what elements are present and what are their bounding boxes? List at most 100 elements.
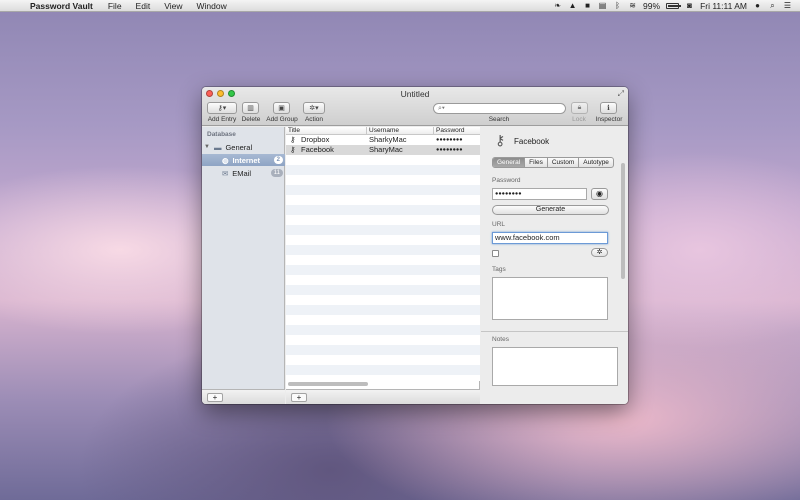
table-row[interactable]: ⚷ Dropbox SharkyMac ●●●●●●●● [286,135,480,145]
info-icon: ℹ [607,105,610,112]
count-badge: 2 [273,156,283,164]
notification-center-icon[interactable]: ☰ [783,1,792,10]
lock-label: Lock [572,116,586,123]
list-footer: + [286,389,480,404]
toolbar: Untitled ⤢ ⚷▾ Add Entry ▥ Delete ▣ Add G… [202,87,628,126]
gear-icon: ✲ [596,249,603,256]
tab-custom[interactable]: Custom [548,158,580,167]
leaf-icon[interactable]: ❧ [553,1,562,10]
url-action-button[interactable]: ✲ [591,248,608,257]
sidebar-item-label: Internet [232,155,261,165]
inspector-label: Inspector [595,116,623,123]
inspector-tabs: General Files Custom Autotype [492,157,614,168]
show-password-button[interactable]: ◉ [591,188,608,200]
password-field[interactable]: ●●●●●●●● [492,188,587,200]
lock-icon: 🔒︎ [577,104,582,111]
url-label: URL [492,221,506,228]
url-field[interactable]: www.facebook.com [492,232,608,244]
window-title: Untitled [400,89,430,99]
folder-plus-icon: ▣ [278,105,285,112]
entry-list: Title Username Password ⚷ Dropbox Sharky… [286,127,480,404]
menu-bar: Password Vault File Edit View Window ❧ ▲… [0,0,800,12]
add-entry-plus-button[interactable]: + [291,393,307,402]
add-entry-label: Add Entry [207,116,237,123]
lock-button[interactable]: 🔒︎ [571,102,588,114]
key-plus-icon: ⚷▾ [217,105,227,112]
globe-icon: ◍ [222,155,229,165]
password-vault-window: Untitled ⤢ ⚷▾ Add Entry ▥ Delete ▣ Add G… [202,87,628,404]
add-group-button[interactable]: ▣ [273,102,290,114]
folder-icon: ▬ [213,142,222,152]
wifi-icon[interactable]: ≋ [628,1,637,10]
add-entry-button[interactable]: ⚷▾ [207,102,237,114]
lock-status-icon[interactable]: ■ [583,1,592,10]
option-checkbox[interactable] [492,250,499,257]
inspector-button[interactable]: ℹ [600,102,617,114]
sidebar-group-label: General [225,142,253,152]
tab-autotype[interactable]: Autotype [579,158,613,167]
search-label: Search [488,116,510,123]
sidebar-header: Database [207,131,236,138]
key-icon: ⚷ [290,135,296,144]
sidebar-group-general[interactable]: ▼ ▬ General [202,141,285,153]
disclosure-triangle-icon[interactable]: ▼ [204,144,210,150]
inspector-scrollbar[interactable] [621,163,625,279]
menu-clock[interactable]: Fri 11:11 AM [700,1,747,11]
menu-edit[interactable]: Edit [129,1,158,11]
action-button[interactable]: ✲▾ [303,102,325,114]
delete-button[interactable]: ▥ [242,102,259,114]
notes-label: Notes [492,336,509,343]
fullscreen-icon[interactable]: ⤢ [618,89,624,99]
entry-title: Facebook [301,145,334,154]
gear-icon: ✲▾ [309,105,319,112]
entry-title: Dropbox [301,135,330,144]
battery-percent[interactable]: 99% [643,1,660,11]
hat-icon[interactable]: ▲ [568,1,577,10]
battery-icon[interactable] [666,2,682,9]
entry-password: ●●●●●●●● [436,147,463,153]
inspector-panel: ⚷ Facebook General Files Custom Autotype… [481,127,628,404]
tab-general[interactable]: General [493,158,526,167]
action-label: Action [304,116,324,123]
column-header-password[interactable]: Password [434,127,480,135]
mail-icon: ✉ [222,168,229,178]
add-group-label: Add Group [266,116,298,123]
key-icon: ⚷ [290,145,296,154]
app-status-icon[interactable]: ◙ [685,1,694,10]
generate-button[interactable]: Generate [492,205,609,215]
entry-password: ●●●●●●●● [436,137,463,143]
notes-field[interactable] [492,347,618,386]
inspector-title: Facebook [514,137,550,146]
notes-divider[interactable] [481,331,628,332]
delete-label: Delete [241,116,261,123]
column-header-title[interactable]: Title [286,127,367,135]
menu-view[interactable]: View [157,1,189,11]
search-icon: ⌕▾ [438,105,445,112]
entry-username: SharkyMac [369,135,407,144]
trash-icon: ▥ [247,105,254,112]
bluetooth-icon[interactable]: ᛒ [613,1,622,10]
key-large-icon: ⚷ [495,132,506,148]
menu-file[interactable]: File [101,1,129,11]
menu-app-name[interactable]: Password Vault [24,1,101,11]
menu-window[interactable]: Window [189,1,233,11]
tags-label: Tags [492,266,506,273]
count-badge: 11 [270,169,283,177]
search-input[interactable]: ⌕▾ [433,103,566,114]
horizontal-scrollbar[interactable] [288,382,368,386]
tags-field[interactable] [492,277,608,320]
user-icon[interactable]: ● [753,1,762,10]
sidebar-item-email[interactable]: ✉ EMail 11 [202,167,285,179]
password-label: Password [492,177,521,184]
column-header-username[interactable]: Username [367,127,434,135]
entry-username: SharyMac [369,145,403,154]
tab-files[interactable]: Files [525,158,548,167]
sidebar: Database ▼ ▬ General ◍ Internet 2 ✉ EMai… [202,127,285,404]
table-row[interactable]: ⚷ Facebook SharyMac ●●●●●●●● [286,145,480,155]
sidebar-item-label: EMail [232,168,252,178]
add-group-plus-button[interactable]: + [207,393,223,402]
spotlight-icon[interactable]: ⌕ [768,1,777,10]
eye-icon: ◉ [596,189,603,198]
keyboard-icon[interactable]: ▤ [598,1,607,10]
sidebar-item-internet[interactable]: ◍ Internet 2 [202,154,285,166]
